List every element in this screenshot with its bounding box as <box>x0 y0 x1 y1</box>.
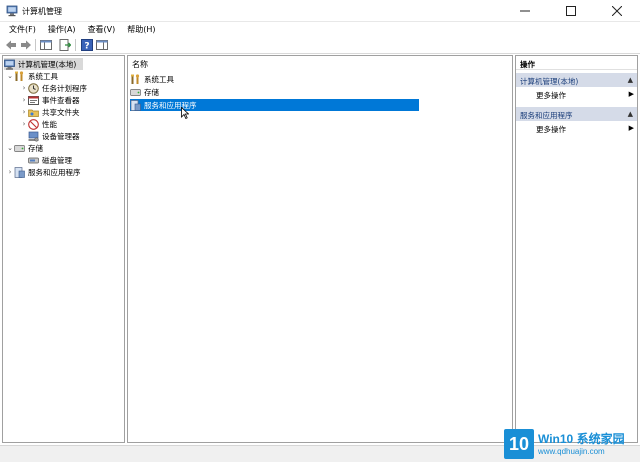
help-button[interactable]: ? <box>80 38 94 52</box>
list-item-label: 系统工具 <box>144 74 174 84</box>
list-item-system-tools[interactable]: 系统工具 <box>130 73 174 85</box>
menu-file[interactable]: 文件(F) <box>0 22 42 36</box>
tree-item-label: 任务计划程序 <box>42 83 87 93</box>
tree-item-label: 服务和应用程序 <box>28 167 81 177</box>
tree-item-label: 事件查看器 <box>42 95 80 105</box>
chevron-right-icon[interactable]: › <box>20 96 28 104</box>
tree-item-storage[interactable]: ⌄ 存储 <box>6 142 43 154</box>
more-actions-label: 更多操作 <box>536 125 566 134</box>
console-tree-icon <box>40 40 52 50</box>
action-pane-icon <box>96 40 108 50</box>
tree-item-label: 性能 <box>42 119 57 129</box>
watermark-title: Win10 系统家园 <box>538 432 625 446</box>
computer-management-icon <box>6 5 18 17</box>
actions-section-computer-management[interactable]: 计算机管理(本地) ▲ <box>516 73 637 87</box>
actions-section-services-apps[interactable]: 服务和应用程序 ▲ <box>516 107 637 121</box>
services-applications-icon <box>14 166 25 178</box>
menu-bar: 文件(F) 操作(A) 查看(V) 帮助(H) <box>0 22 640 36</box>
storage-icon <box>130 87 141 98</box>
actions-section-label: 计算机管理(本地) <box>520 77 579 86</box>
menu-help[interactable]: 帮助(H) <box>121 22 161 36</box>
column-header-name[interactable]: 名称 <box>132 59 148 70</box>
menu-action[interactable]: 操作(A) <box>42 22 82 36</box>
tree-item-disk-management[interactable]: 磁盘管理 <box>28 154 72 166</box>
system-tools-icon <box>14 70 25 82</box>
menu-view[interactable]: 查看(V) <box>82 22 122 36</box>
system-tools-icon <box>130 73 141 85</box>
computer-management-icon <box>4 59 15 70</box>
collapse-up-icon[interactable]: ▲ <box>628 110 633 118</box>
tree-item-label: 设备管理器 <box>42 131 80 141</box>
toolbar-separator <box>75 39 76 51</box>
tree-item-label: 计算机管理(本地) <box>18 59 77 69</box>
tree-item-shared-folders[interactable]: › 共享文件夹 <box>20 106 80 118</box>
console-tree-pane: 计算机管理(本地) ⌄ 系统工具 › 任务计划程序 › 事件查看器 › 共享文件… <box>2 55 125 443</box>
toolbar-separator <box>35 39 36 51</box>
more-actions-item[interactable]: 更多操作 ▶ <box>536 90 635 102</box>
svg-text:?: ? <box>84 42 89 52</box>
actions-header: 操作 <box>516 56 637 70</box>
forward-arrow-icon <box>21 40 31 50</box>
chevron-right-icon[interactable]: › <box>20 108 28 116</box>
tree-item-root[interactable]: 计算机管理(本地) <box>4 58 83 70</box>
clock-icon <box>28 82 39 94</box>
actions-section-label: 服务和应用程序 <box>520 111 573 120</box>
shared-folder-icon <box>28 107 39 118</box>
event-viewer-icon <box>28 95 39 106</box>
show-hide-action-pane-button[interactable] <box>95 38 109 52</box>
tree-item-performance[interactable]: › 性能 <box>20 118 57 130</box>
more-actions-item[interactable]: 更多操作 ▶ <box>536 124 635 136</box>
services-applications-icon <box>130 99 141 111</box>
show-hide-tree-button[interactable] <box>39 38 53 52</box>
chevron-down-icon[interactable]: ⌄ <box>6 144 14 152</box>
submenu-arrow-icon: ▶ <box>628 124 634 132</box>
watermark-logo: 10 <box>504 429 534 459</box>
minimize-button[interactable] <box>502 0 548 22</box>
window-title: 计算机管理 <box>22 7 62 16</box>
maximize-button[interactable] <box>548 0 594 22</box>
close-button[interactable] <box>594 0 640 22</box>
title-bar: 计算机管理 <box>0 0 640 22</box>
watermark: 10 Win10 系统家园 www.qdhuajin.com <box>504 428 638 460</box>
forward-button[interactable] <box>19 38 33 52</box>
minimize-icon <box>520 10 530 12</box>
tree-item-system-tools[interactable]: ⌄ 系统工具 <box>6 70 58 82</box>
result-list-pane: 名称 系统工具 存储 服务和应用程序 <box>127 55 513 443</box>
device-manager-icon <box>28 131 39 142</box>
tree-item-services-apps[interactable]: › 服务和应用程序 <box>6 166 81 178</box>
list-item-services-apps[interactable]: 服务和应用程序 <box>130 99 419 111</box>
list-item-label: 存储 <box>144 87 159 97</box>
export-list-button[interactable] <box>58 38 72 52</box>
performance-icon <box>28 118 39 130</box>
chevron-down-icon[interactable]: ⌄ <box>6 72 14 80</box>
tree-item-device-manager[interactable]: 设备管理器 <box>28 130 80 142</box>
tree-item-label: 系统工具 <box>28 71 58 81</box>
back-button[interactable] <box>4 38 18 52</box>
tree-item-label: 共享文件夹 <box>42 107 80 117</box>
watermark-url: www.qdhuajin.com <box>538 447 605 456</box>
disk-management-icon <box>28 155 39 166</box>
more-actions-label: 更多操作 <box>536 91 566 100</box>
toolbar: ? <box>0 36 640 54</box>
chevron-right-icon[interactable]: › <box>20 120 28 128</box>
tree-item-label: 存储 <box>28 143 43 153</box>
help-icon: ? <box>81 39 93 51</box>
list-item-storage[interactable]: 存储 <box>130 86 159 98</box>
chevron-right-icon[interactable]: › <box>6 168 14 176</box>
chevron-right-icon[interactable]: › <box>20 84 28 92</box>
actions-pane: 操作 计算机管理(本地) ▲ 更多操作 ▶ 服务和应用程序 ▲ 更多操作 ▶ <box>515 55 638 443</box>
tree-item-label: 磁盘管理 <box>42 155 72 165</box>
collapse-up-icon[interactable]: ▲ <box>628 76 633 84</box>
storage-icon <box>14 143 25 154</box>
maximize-icon <box>566 6 576 16</box>
submenu-arrow-icon: ▶ <box>628 90 634 98</box>
mouse-cursor-icon <box>181 107 189 119</box>
back-arrow-icon <box>6 40 16 50</box>
export-list-icon <box>59 39 71 51</box>
tree-item-event-viewer[interactable]: › 事件查看器 <box>20 94 80 106</box>
close-icon <box>612 6 622 16</box>
tree-item-task-scheduler[interactable]: › 任务计划程序 <box>20 82 87 94</box>
